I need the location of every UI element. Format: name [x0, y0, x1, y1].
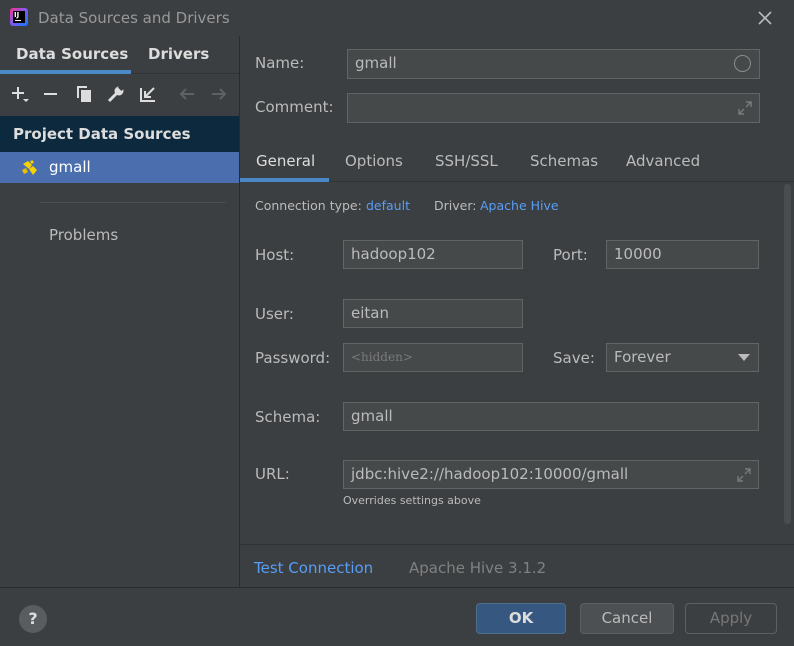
cancel-button[interactable]: Cancel [580, 603, 674, 634]
url-field[interactable]: jdbc:hive2://hadoop102:10000/gmall [343, 460, 759, 489]
comment-label: Comment: [255, 98, 334, 116]
close-icon[interactable] [756, 9, 774, 27]
section-title: Project Data Sources [13, 125, 191, 143]
driver-version: Apache Hive 3.1.2 [409, 559, 547, 577]
host-value: hadoop102 [351, 245, 436, 263]
tabs-row: General Options SSH/SSL Schemas Advanced [240, 146, 794, 182]
ok-button[interactable]: OK [476, 603, 566, 634]
left-tabs: Data Sources Drivers [0, 36, 239, 74]
intellij-icon: IJ [10, 8, 28, 26]
chevron-down-icon [738, 354, 750, 361]
import-icon[interactable] [138, 84, 158, 104]
expand-icon[interactable] [737, 100, 753, 116]
dialog-footer: ? OK Cancel Apply [0, 587, 794, 646]
color-circle-icon[interactable] [734, 55, 751, 72]
tab-advanced[interactable]: Advanced [626, 152, 700, 170]
host-label: Host: [255, 246, 295, 264]
url-hint: Overrides settings above [343, 494, 481, 507]
save-select[interactable]: Forever [606, 343, 759, 372]
name-value: gmall [355, 54, 397, 72]
comment-field[interactable] [347, 93, 760, 123]
section-header: Project Data Sources [0, 116, 239, 152]
list-item-label: gmall [49, 158, 91, 176]
tab-schemas[interactable]: Schemas [530, 152, 598, 170]
host-field[interactable]: hadoop102 [343, 240, 523, 269]
test-connection-link[interactable]: Test Connection [254, 559, 373, 577]
tab-general[interactable]: General [256, 152, 315, 170]
bottom-strip: Test Connection Apache Hive 3.1.2 [240, 544, 794, 587]
url-label: URL: [255, 465, 290, 483]
name-label: Name: [255, 54, 305, 72]
scrollbar[interactable] [783, 182, 792, 544]
expand-icon[interactable] [736, 467, 752, 483]
connection-type-link[interactable]: default [366, 198, 410, 213]
remove-icon[interactable] [41, 84, 61, 104]
password-placeholder: <hidden> [351, 350, 413, 364]
duplicate-icon[interactable] [74, 84, 94, 104]
connection-type-label: Connection type: [255, 198, 362, 213]
add-icon[interactable] [10, 84, 30, 104]
wrench-icon[interactable] [106, 84, 126, 104]
divider [40, 202, 226, 203]
apply-button[interactable]: Apply [685, 603, 777, 634]
user-field[interactable]: eitan [343, 299, 523, 328]
driver-label: Driver: [434, 198, 477, 213]
port-value: 10000 [614, 245, 662, 263]
back-arrow-icon[interactable] [177, 84, 197, 104]
password-field[interactable]: <hidden> [343, 343, 523, 372]
port-label: Port: [553, 246, 588, 264]
problems-item[interactable]: Problems [49, 226, 118, 244]
user-value: eitan [351, 304, 389, 322]
scrollbar-thumb[interactable] [784, 184, 791, 524]
tab-options[interactable]: Options [345, 152, 403, 170]
port-field[interactable]: 10000 [606, 240, 759, 269]
tab-data-sources[interactable]: Data Sources [16, 45, 128, 63]
tab-drivers[interactable]: Drivers [148, 45, 209, 63]
save-value: Forever [614, 348, 671, 366]
left-panel: Data Sources Drivers Project Data Source… [0, 36, 239, 587]
help-button[interactable]: ? [19, 605, 47, 633]
driver-link[interactable]: Apache Hive [480, 198, 559, 213]
tab-ssh-ssl[interactable]: SSH/SSL [435, 152, 498, 170]
schema-value: gmall [351, 407, 393, 425]
password-label: Password: [255, 349, 331, 367]
forward-arrow-icon[interactable] [209, 84, 229, 104]
schema-label: Schema: [255, 408, 321, 426]
list-item[interactable]: gmall [0, 152, 239, 183]
title-bar: IJ Data Sources and Drivers [0, 0, 794, 36]
window-title: Data Sources and Drivers [38, 9, 230, 27]
active-tab-indicator [0, 70, 131, 74]
url-value: jdbc:hive2://hadoop102:10000/gmall [351, 465, 629, 483]
general-tab-content: Connection type: default Driver: Apache … [240, 182, 794, 544]
schema-field[interactable]: gmall [343, 402, 759, 431]
name-field[interactable]: gmall [347, 49, 760, 79]
toolbar [0, 76, 239, 112]
hive-icon [22, 160, 37, 175]
user-label: User: [255, 305, 294, 323]
right-panel: Name: gmall Comment: General Options SSH… [240, 36, 794, 587]
save-label: Save: [553, 349, 595, 367]
